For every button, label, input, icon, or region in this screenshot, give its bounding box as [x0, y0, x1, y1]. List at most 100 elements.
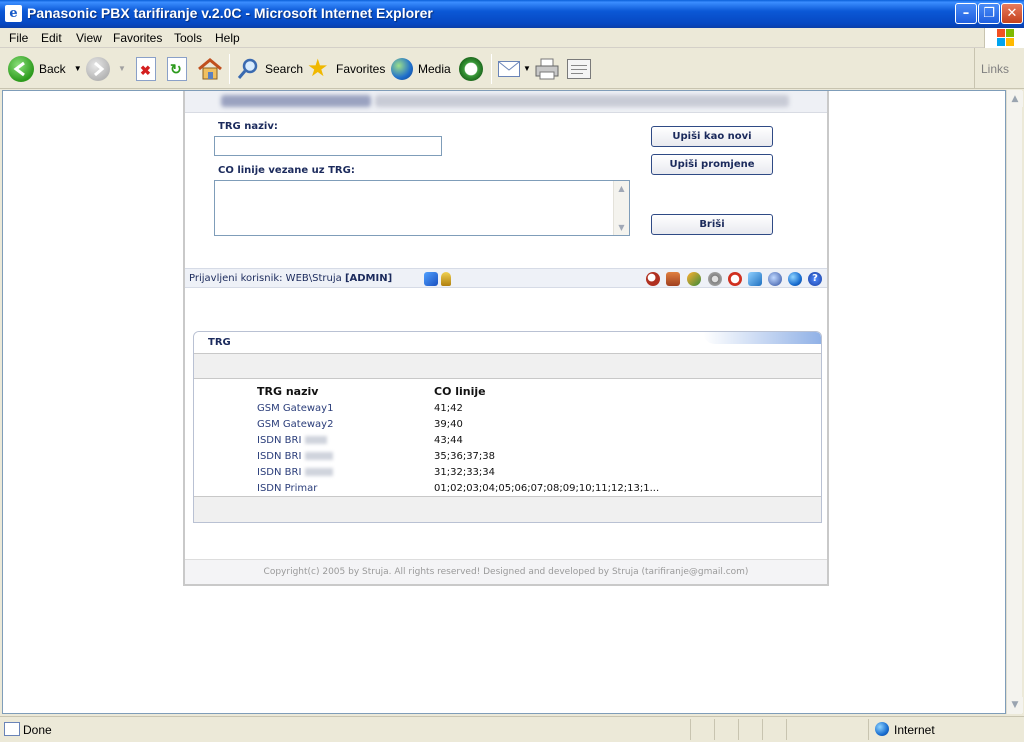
links-bar[interactable]: Links — [974, 48, 1024, 89]
page-done-icon — [4, 722, 20, 736]
window-title: Panasonic PBX tarifiranje v.2.0C - Micro… — [27, 5, 433, 21]
links-label: Links — [981, 62, 1010, 76]
logged-user-text: Prijavljeni korisnik: WEB\Struja [ADMIN] — [189, 273, 392, 284]
favorites-button[interactable]: ★ Favorites — [307, 48, 385, 89]
row-trg-name[interactable]: ISDN BRI — [257, 467, 334, 478]
textarea-scrollbar[interactable]: ▲ ▼ — [613, 181, 629, 235]
media-button[interactable]: Media — [391, 48, 451, 89]
home-icon — [197, 57, 223, 81]
company-address-redacted — [375, 95, 789, 107]
scroll-down-icon[interactable]: ▼ — [614, 220, 629, 235]
minimize-button[interactable]: – — [955, 3, 977, 24]
help-icon[interactable]: ? — [808, 272, 822, 286]
restore-button[interactable]: ❐ — [978, 3, 1000, 24]
windows-flag-icon — [997, 29, 1015, 47]
print-button[interactable] — [535, 48, 559, 89]
internet-globe-icon — [875, 722, 889, 736]
menu-help[interactable]: Help — [215, 31, 240, 45]
trg-name-input[interactable] — [214, 136, 442, 156]
row-co-lines: 39;40 — [434, 419, 463, 430]
history-button[interactable] — [459, 48, 483, 89]
media-label: Media — [418, 61, 451, 76]
disk-icon[interactable] — [768, 272, 782, 286]
co-lines-textarea[interactable]: ▲ ▼ — [214, 180, 630, 236]
row-trg-name[interactable]: ISDN BRI — [257, 435, 328, 446]
row-trg-name[interactable]: GSM Gateway1 — [257, 403, 333, 414]
printer-icon — [535, 58, 559, 80]
search-icon[interactable] — [646, 272, 660, 286]
redacted-text — [305, 452, 334, 460]
company-name-redacted — [221, 95, 371, 107]
settings-gear-icon[interactable] — [708, 272, 722, 286]
page-viewport: TRG naziv: CO linije vezane uz TRG: ▲ ▼ … — [2, 90, 1006, 714]
windows-icon[interactable] — [748, 272, 762, 286]
mail-dropdown-icon[interactable]: ▼ — [523, 64, 531, 73]
save-changes-button[interactable]: Upiši promjene — [651, 154, 773, 175]
row-co-lines: 01;02;03;04;05;06;07;08;09;10;11;12;13;1… — [434, 483, 660, 494]
header-decoration — [703, 332, 821, 344]
scroll-down-icon[interactable]: ▼ — [1007, 697, 1023, 713]
status-text: Done — [23, 723, 52, 737]
home-icon[interactable] — [666, 272, 680, 286]
globe-icon[interactable] — [788, 272, 802, 286]
refresh-icon: ↻ — [167, 56, 187, 81]
page-vertical-scrollbar[interactable]: ▲ ▼ — [1006, 90, 1023, 714]
save-as-new-button[interactable]: Upiši kao novi — [651, 126, 773, 147]
search-icon — [236, 57, 260, 81]
scroll-up-icon[interactable]: ▲ — [1007, 91, 1023, 107]
switch-user-icon[interactable] — [424, 272, 438, 286]
row-trg-name[interactable]: ISDN Primar — [257, 483, 317, 494]
windows-logo — [984, 28, 1024, 48]
users-icon[interactable] — [687, 272, 701, 286]
forward-button[interactable]: ▼ — [86, 48, 126, 89]
column-header-co-lines: CO linije — [434, 385, 486, 398]
status-segment — [690, 719, 691, 740]
row-trg-name[interactable]: ISDN BRI — [257, 451, 334, 462]
status-segment — [738, 719, 739, 740]
co-lines-label: CO linije vezane uz TRG: — [218, 165, 355, 176]
back-button[interactable]: Back ▼ — [8, 48, 82, 89]
row-co-lines: 41;42 — [434, 403, 463, 414]
history-icon — [459, 56, 483, 81]
scroll-up-icon[interactable]: ▲ — [614, 181, 629, 196]
close-button[interactable]: ✕ — [1001, 3, 1023, 24]
back-dropdown-icon[interactable]: ▼ — [74, 64, 82, 73]
row-co-lines: 43;44 — [434, 435, 463, 446]
back-arrow-icon — [8, 55, 34, 82]
refresh-button[interactable]: ↻ — [167, 48, 187, 89]
media-globe-icon — [391, 57, 413, 80]
forward-arrow-icon — [86, 56, 110, 81]
edit-page-icon — [567, 58, 591, 79]
status-bar: Done Internet — [0, 716, 1024, 742]
menu-tools[interactable]: Tools — [174, 31, 202, 45]
menu-view[interactable]: View — [76, 31, 102, 45]
stop-icon: ✖ — [136, 56, 156, 81]
stop-button[interactable]: ✖ — [136, 48, 156, 89]
standard-toolbar: Back ▼ ▼ ✖ ↻ Search ★ Favorites Media ▼ … — [0, 48, 1024, 89]
zone-text: Internet — [894, 723, 935, 737]
favorites-star-icon: ★ — [307, 54, 329, 82]
row-co-lines: 35;36;37;38 — [434, 451, 496, 462]
trg-panel-title: TRG — [208, 337, 231, 348]
clock-icon[interactable] — [728, 272, 742, 286]
menu-edit[interactable]: Edit — [41, 31, 62, 45]
trg-panel: TRG TRG naziv CO linije GSM Gateway1 41;… — [193, 331, 822, 523]
mail-button[interactable]: ▼ — [498, 48, 531, 89]
status-segment — [786, 719, 787, 740]
menu-favorites[interactable]: Favorites — [113, 31, 162, 45]
security-zone: Internet — [868, 719, 1022, 740]
delete-button[interactable]: Briši — [651, 214, 773, 235]
trg-panel-footer — [194, 496, 821, 522]
home-button[interactable] — [197, 48, 223, 89]
menu-file[interactable]: File — [9, 31, 28, 45]
trg-panel-header: TRG — [194, 332, 821, 351]
redacted-text — [305, 468, 334, 476]
key-icon[interactable] — [441, 272, 451, 286]
app-panel: TRG naziv: CO linije vezane uz TRG: ▲ ▼ … — [183, 91, 829, 586]
forward-dropdown-icon[interactable]: ▼ — [118, 64, 126, 73]
row-trg-name[interactable]: GSM Gateway2 — [257, 419, 333, 430]
edit-button[interactable] — [567, 48, 591, 89]
search-button[interactable]: Search — [236, 48, 303, 89]
status-segment — [714, 719, 715, 740]
logged-user-label: Prijavljeni korisnik: WEB\Struja — [189, 273, 342, 284]
